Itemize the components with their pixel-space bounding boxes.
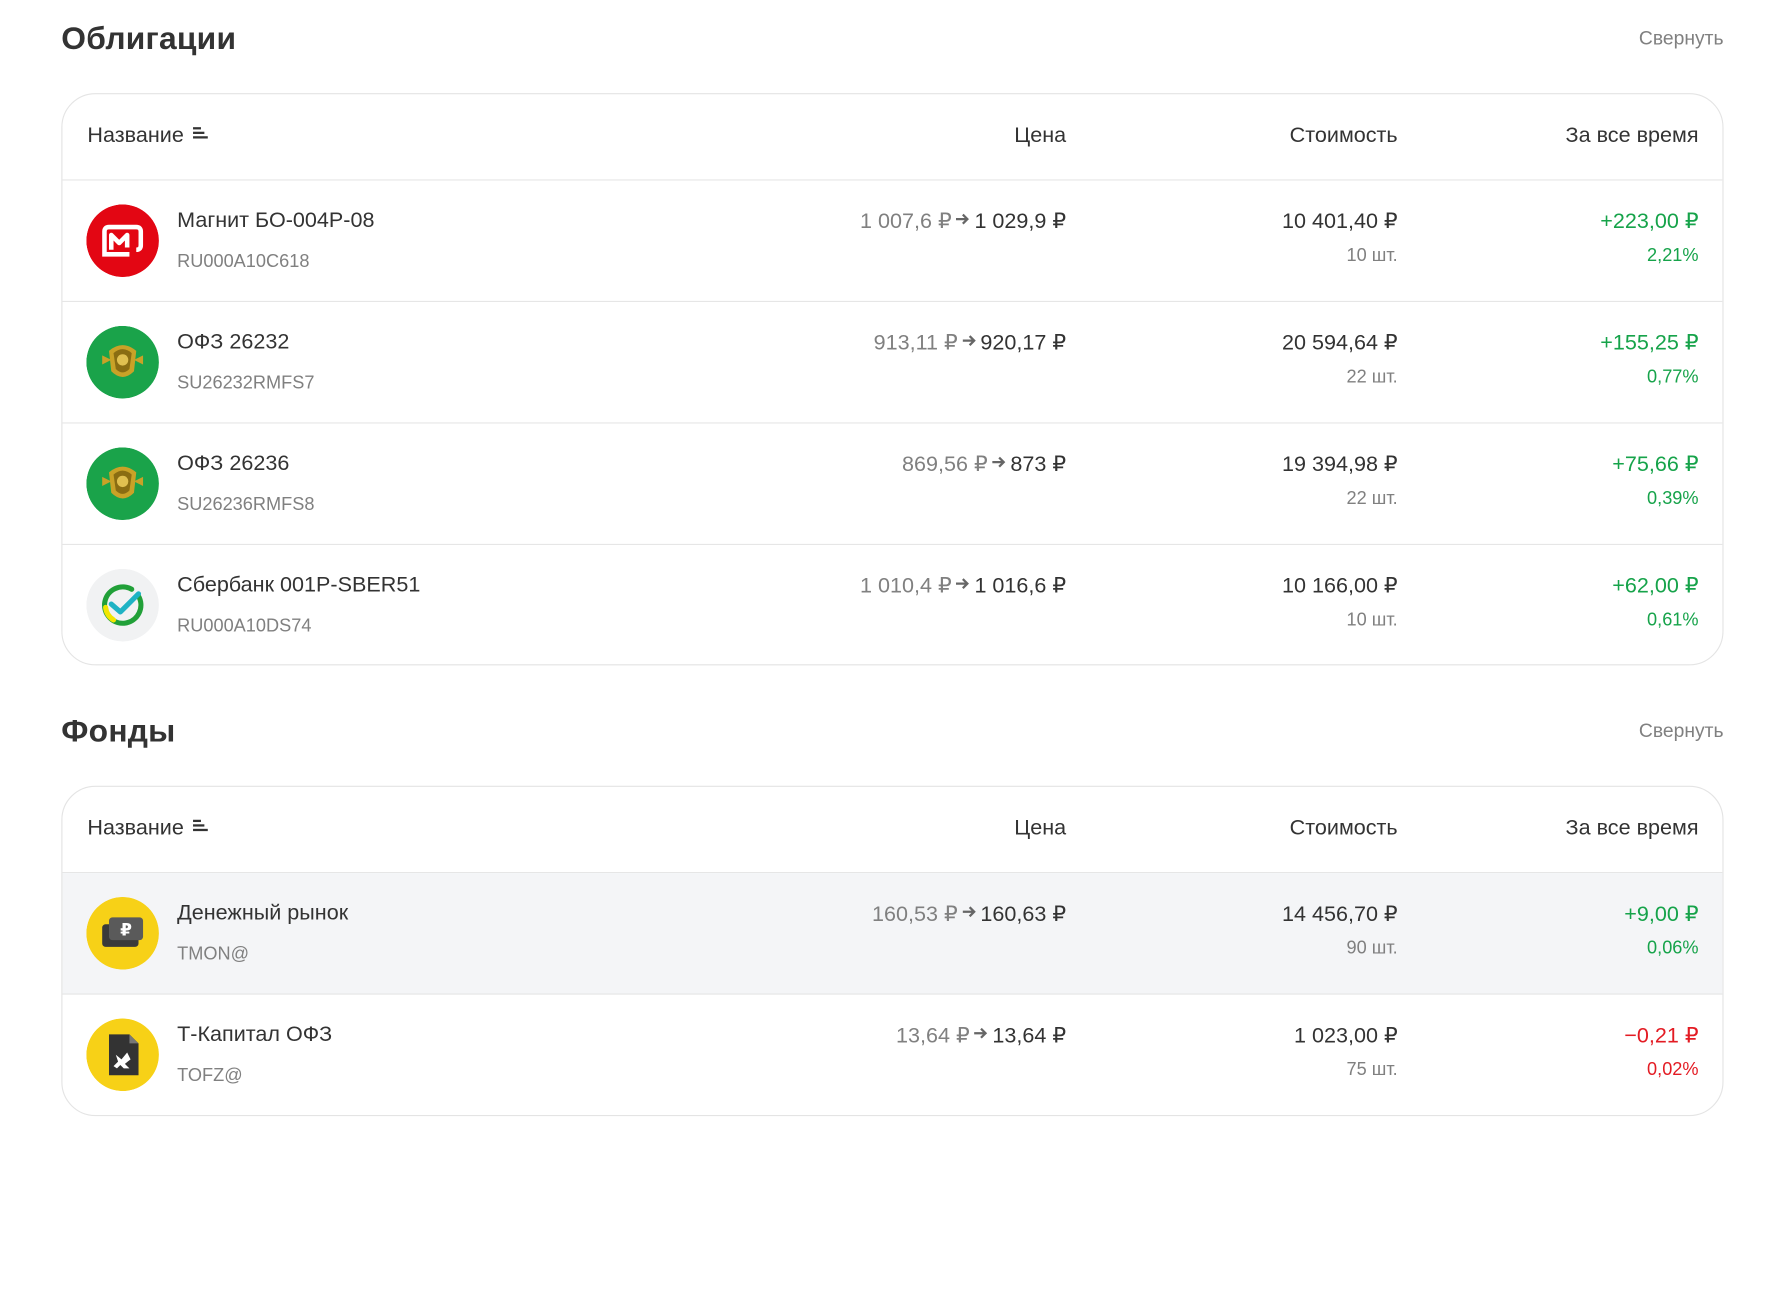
bonds-table: Название Цена Стоимость За все время Маг… bbox=[61, 93, 1724, 666]
funds-section-header: Фонды Свернуть bbox=[61, 713, 1723, 758]
instrument-name: Магнит БО-004Р-08 bbox=[177, 208, 375, 233]
column-header-price[interactable]: Цена bbox=[1014, 816, 1066, 841]
instrument-name: Сбербанк 001P-SBER51 bbox=[177, 573, 421, 598]
table-row[interactable]: ₽ Денежный рынок TMON@ 160,53 ₽160,63 ₽ … bbox=[62, 873, 1723, 995]
sber-logo-icon bbox=[86, 568, 159, 642]
all-time-gain-percent: 0,06% bbox=[1647, 938, 1699, 959]
position-cost: 20 594,64 ₽ bbox=[1281, 331, 1398, 356]
table-row[interactable]: Сбербанк 001P-SBER51 RU000A10DS74 1 010,… bbox=[62, 545, 1722, 664]
all-time-gain-percent: 0,61% bbox=[1647, 610, 1699, 631]
position-cost: 10 401,40 ₽ bbox=[1281, 210, 1398, 234]
price-new: 920,17 ₽ bbox=[980, 331, 1067, 356]
column-header-name[interactable]: Название bbox=[87, 816, 208, 841]
position-cost: 10 166,00 ₽ bbox=[1281, 574, 1398, 599]
minfin-emblem-icon bbox=[86, 325, 159, 399]
all-time-gain: +9,00 ₽ bbox=[1624, 902, 1699, 927]
magnit-logo-icon bbox=[86, 204, 159, 278]
sort-icon[interactable] bbox=[192, 814, 209, 839]
column-header-all-time[interactable]: За все время bbox=[1566, 124, 1699, 149]
ofz-fund-icon bbox=[86, 1018, 159, 1092]
position-cost: 19 394,98 ₽ bbox=[1281, 453, 1398, 477]
price-old: 1 010,4 ₽ bbox=[860, 574, 952, 599]
position-quantity: 22 шт. bbox=[1346, 489, 1398, 509]
price-change: 13,64 ₽ 13,64 ₽ bbox=[896, 1023, 1066, 1049]
bonds-table-header: Название Цена Стоимость За все время bbox=[62, 94, 1723, 181]
price-change: 869,56 ₽ 873 ₽ bbox=[902, 452, 1066, 478]
price-change: 1 007,6 ₽ 1 029,9 ₽ bbox=[860, 209, 1066, 235]
price-new: 13,64 ₽ bbox=[992, 1024, 1067, 1048]
instrument-name: ОФЗ 26232 bbox=[177, 330, 290, 355]
price-new: 1 029,9 ₽ bbox=[974, 210, 1067, 234]
position-cost: 14 456,70 ₽ bbox=[1281, 902, 1398, 927]
arrow-right-icon bbox=[955, 208, 971, 233]
table-row[interactable]: ОФЗ 26236 SU26236RMFS8 869,56 ₽ 873 ₽ 19 … bbox=[62, 424, 1723, 545]
minfin-emblem-icon bbox=[86, 447, 159, 521]
arrow-right-icon bbox=[955, 573, 971, 598]
position-quantity: 90 шт. bbox=[1346, 938, 1398, 959]
money-market-fund-icon: ₽ bbox=[86, 896, 159, 970]
bonds-section-title: Облигации bbox=[61, 20, 237, 56]
column-header-cost[interactable]: Стоимость bbox=[1290, 816, 1398, 841]
table-row[interactable]: Т-Капитал ОФЗ TOFZ@ 13,64 ₽ 13,64 ₽ 1 023… bbox=[62, 995, 1722, 1115]
arrow-right-icon bbox=[991, 451, 1007, 476]
price-old: 160,53 ₽ bbox=[872, 902, 958, 927]
instrument-ticker: RU000A10DS74 bbox=[177, 616, 312, 636]
price-old: 13,64 ₽ bbox=[896, 1024, 970, 1048]
all-time-gain-percent: 0,77% bbox=[1647, 367, 1699, 388]
position-quantity: 22 шт. bbox=[1346, 367, 1398, 388]
svg-text:₽: ₽ bbox=[120, 921, 132, 941]
column-header-name-label: Название bbox=[87, 123, 184, 148]
instrument-ticker: RU000A10C618 bbox=[177, 252, 310, 272]
price-change: 913,11 ₽ 920,17 ₽ bbox=[874, 330, 1067, 356]
funds-table-header: Название Цена Стоимость За все время bbox=[62, 787, 1723, 874]
arrow-right-icon bbox=[961, 901, 977, 926]
all-time-gain-percent: 2,21% bbox=[1647, 246, 1699, 266]
price-new: 873 ₽ bbox=[1010, 453, 1067, 477]
table-row[interactable]: ОФЗ 26232 SU26232RMFS7 913,11 ₽920,17 ₽ … bbox=[62, 302, 1723, 424]
column-header-name-label: Название bbox=[87, 816, 184, 841]
price-change: 160,53 ₽ 160,63 ₽ bbox=[872, 902, 1066, 928]
portfolio-page: Облигации Свернуть Название Цена Стоимос… bbox=[0, 0, 1774, 1291]
column-header-all-time[interactable]: За все время bbox=[1566, 816, 1699, 841]
bonds-section-header: Облигации Свернуть bbox=[61, 20, 1723, 65]
instrument-name: Т-Капитал ОФЗ bbox=[177, 1022, 333, 1047]
all-time-gain-percent: 0,39% bbox=[1647, 489, 1699, 509]
column-header-cost[interactable]: Стоимость bbox=[1290, 124, 1398, 149]
funds-section-title: Фонды bbox=[61, 713, 176, 749]
column-header-price[interactable]: Цена bbox=[1014, 124, 1066, 149]
table-row[interactable]: Магнит БО-004Р-08 RU000A10C618 1 007,6 ₽… bbox=[62, 181, 1723, 303]
funds-table: Название Цена Стоимость За все время ₽ Д… bbox=[61, 785, 1724, 1117]
all-time-gain-percent: 0,02% bbox=[1647, 1060, 1699, 1080]
price-change: 1 010,4 ₽ 1 016,6 ₽ bbox=[860, 573, 1066, 599]
arrow-right-icon bbox=[961, 330, 977, 355]
instrument-ticker: SU26232RMFS7 bbox=[177, 373, 315, 393]
all-time-gain: +223,00 ₽ bbox=[1600, 210, 1699, 234]
position-cost: 1 023,00 ₽ bbox=[1293, 1024, 1398, 1048]
all-time-gain: +155,25 ₽ bbox=[1600, 331, 1699, 356]
all-time-gain: −0,21 ₽ bbox=[1624, 1024, 1699, 1048]
position-quantity: 10 шт. bbox=[1346, 610, 1398, 631]
arrow-right-icon bbox=[973, 1022, 989, 1047]
bonds-collapse-button[interactable]: Свернуть bbox=[1639, 27, 1724, 50]
instrument-name: Денежный рынок bbox=[177, 901, 349, 926]
position-quantity: 10 шт. bbox=[1346, 246, 1398, 266]
price-new: 160,63 ₽ bbox=[980, 902, 1067, 927]
sort-icon[interactable] bbox=[192, 121, 209, 146]
instrument-ticker: TOFZ@ bbox=[177, 1066, 243, 1086]
all-time-gain: +62,00 ₽ bbox=[1612, 574, 1699, 599]
price-old: 869,56 ₽ bbox=[902, 453, 988, 477]
funds-collapse-button[interactable]: Свернуть bbox=[1639, 720, 1724, 743]
column-header-name[interactable]: Название bbox=[87, 124, 208, 149]
position-quantity: 75 шт. bbox=[1346, 1060, 1398, 1080]
instrument-name: ОФЗ 26236 bbox=[177, 451, 290, 476]
price-new: 1 016,6 ₽ bbox=[974, 574, 1067, 599]
instrument-ticker: TMON@ bbox=[177, 944, 250, 964]
all-time-gain: +75,66 ₽ bbox=[1612, 453, 1699, 477]
price-old: 913,11 ₽ bbox=[873, 331, 958, 356]
price-old: 1 007,6 ₽ bbox=[860, 210, 952, 234]
instrument-ticker: SU26236RMFS8 bbox=[177, 495, 315, 515]
